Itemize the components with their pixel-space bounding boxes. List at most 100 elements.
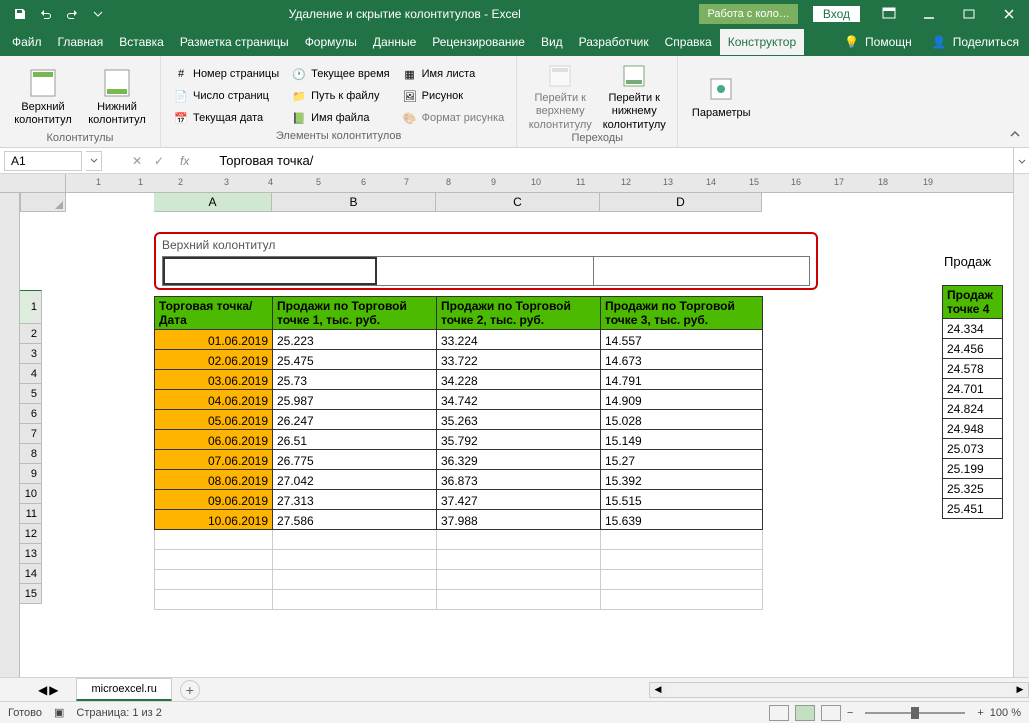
row-header-1[interactable]: 1 xyxy=(20,290,42,324)
scroll-right-icon[interactable]: ▶ xyxy=(1012,683,1028,697)
table-cell[interactable]: 24.334 xyxy=(943,319,1003,339)
scroll-left-icon[interactable]: ◀ xyxy=(650,683,666,697)
table-cell[interactable]: 24.824 xyxy=(943,399,1003,419)
zoom-out-icon[interactable]: − xyxy=(847,707,853,719)
vertical-scrollbar[interactable] xyxy=(1013,174,1029,677)
table-cell[interactable]: 07.06.2019 xyxy=(155,450,273,470)
header-right-section[interactable] xyxy=(594,257,810,285)
tab-view[interactable]: Вид xyxy=(533,29,571,55)
zoom-value[interactable]: 100 % xyxy=(990,707,1021,719)
tab-file[interactable]: Файл xyxy=(4,29,50,55)
table-cell[interactable]: 26.247 xyxy=(273,410,437,430)
empty-cell[interactable] xyxy=(155,570,273,590)
row-header-2[interactable]: 2 xyxy=(20,324,42,344)
table-cell[interactable]: 34.742 xyxy=(437,390,601,410)
table-cell[interactable]: 36.329 xyxy=(437,450,601,470)
tab-data[interactable]: Данные xyxy=(365,29,424,55)
table-cell[interactable]: 25.451 xyxy=(943,499,1003,519)
empty-cell[interactable] xyxy=(155,530,273,550)
table-cell[interactable]: 25.073 xyxy=(943,439,1003,459)
tell-me-label[interactable]: Помощн xyxy=(865,35,912,49)
header-left-section[interactable] xyxy=(163,257,377,285)
zoom-in-icon[interactable]: + xyxy=(977,707,983,719)
table-cell[interactable]: 27.313 xyxy=(273,490,437,510)
table-cell[interactable]: 15.515 xyxy=(601,490,763,510)
table-cell[interactable]: 15.392 xyxy=(601,470,763,490)
tab-developer[interactable]: Разработчик xyxy=(571,29,657,55)
row-header-13[interactable]: 13 xyxy=(20,544,42,564)
expand-formula-icon[interactable] xyxy=(1013,148,1029,173)
table-cell[interactable]: 25.73 xyxy=(273,370,437,390)
formula-input[interactable] xyxy=(199,148,1013,173)
table-cell[interactable]: 08.06.2019 xyxy=(155,470,273,490)
share-label[interactable]: Поделиться xyxy=(953,35,1019,49)
table-cell[interactable]: 15.27 xyxy=(601,450,763,470)
file-path-button[interactable]: 📁Путь к файлу xyxy=(287,86,393,106)
table-header[interactable]: Продажи по Торговой точке 1, тыс. руб. xyxy=(273,297,437,330)
table-cell[interactable]: 14.791 xyxy=(601,370,763,390)
view-normal-button[interactable] xyxy=(769,705,789,721)
row-header-3[interactable]: 3 xyxy=(20,344,42,364)
empty-cell[interactable] xyxy=(437,550,601,570)
picture-button[interactable]: 🖼Рисунок xyxy=(398,86,509,106)
empty-cell[interactable] xyxy=(601,550,763,570)
tab-review[interactable]: Рецензирование xyxy=(424,29,533,55)
save-icon[interactable] xyxy=(8,2,32,26)
header-center-section[interactable] xyxy=(377,257,594,285)
table-cell[interactable]: 05.06.2019 xyxy=(155,410,273,430)
tab-pagelayout[interactable]: Разметка страницы xyxy=(172,29,297,55)
row-header-15[interactable]: 15 xyxy=(20,584,42,604)
table-cell[interactable]: 26.51 xyxy=(273,430,437,450)
tell-me-icon[interactable]: 💡 xyxy=(844,35,859,49)
table-cell[interactable]: 37.988 xyxy=(437,510,601,530)
close-icon[interactable] xyxy=(989,0,1029,28)
sheet-tab[interactable]: microexcel.ru xyxy=(76,678,171,701)
view-pagelayout-button[interactable] xyxy=(795,705,815,721)
empty-cell[interactable] xyxy=(155,590,273,610)
table-cell[interactable]: 24.948 xyxy=(943,419,1003,439)
empty-cell[interactable] xyxy=(437,530,601,550)
tab-insert[interactable]: Вставка xyxy=(111,29,172,55)
table-cell[interactable]: 35.263 xyxy=(437,410,601,430)
row-header-12[interactable]: 12 xyxy=(20,524,42,544)
table-cell[interactable]: 33.224 xyxy=(437,330,601,350)
table-cell[interactable]: 15.639 xyxy=(601,510,763,530)
collapse-ribbon-icon[interactable] xyxy=(1001,124,1029,147)
tab-help[interactable]: Справка xyxy=(657,29,720,55)
table-cell[interactable]: 04.06.2019 xyxy=(155,390,273,410)
select-all-corner[interactable] xyxy=(20,192,66,212)
col-header-a[interactable]: A xyxy=(154,192,272,212)
table-cell[interactable]: 27.042 xyxy=(273,470,437,490)
table-cell[interactable]: 24.456 xyxy=(943,339,1003,359)
empty-cell[interactable] xyxy=(601,590,763,610)
table-cell[interactable]: 25.199 xyxy=(943,459,1003,479)
table-cell[interactable]: 27.586 xyxy=(273,510,437,530)
empty-cell[interactable] xyxy=(273,590,437,610)
row-header-7[interactable]: 7 xyxy=(20,424,42,444)
horizontal-scrollbar[interactable]: ◀ ▶ xyxy=(649,682,1029,698)
empty-cell[interactable] xyxy=(601,570,763,590)
table-cell[interactable]: 06.06.2019 xyxy=(155,430,273,450)
table-cell[interactable]: 26.775 xyxy=(273,450,437,470)
zoom-slider[interactable] xyxy=(865,712,965,714)
sheet-nav-prev-icon[interactable]: ◀ xyxy=(38,683,47,697)
empty-cell[interactable] xyxy=(437,570,601,590)
table-cell[interactable]: 14.673 xyxy=(601,350,763,370)
table-cell[interactable]: 09.06.2019 xyxy=(155,490,273,510)
row-header-5[interactable]: 5 xyxy=(20,384,42,404)
table-header[interactable]: Продажи по Торговой точке 2, тыс. руб. xyxy=(437,297,601,330)
minimize-icon[interactable] xyxy=(909,0,949,28)
col-header-d[interactable]: D xyxy=(600,192,762,212)
table-cell[interactable]: 24.578 xyxy=(943,359,1003,379)
fx-icon[interactable]: fx xyxy=(170,154,199,168)
table-cell[interactable]: 25.475 xyxy=(273,350,437,370)
tab-home[interactable]: Главная xyxy=(50,29,112,55)
macro-record-icon[interactable]: ▣ xyxy=(54,706,64,719)
contextual-tab[interactable]: Работа с коло… xyxy=(699,4,797,24)
table-header[interactable]: Торговая точка/ Дата xyxy=(155,297,273,330)
goto-footer-button[interactable]: Перейти к нижнему колонтитулу xyxy=(599,64,669,130)
row-header-6[interactable]: 6 xyxy=(20,404,42,424)
tab-formulas[interactable]: Формулы xyxy=(297,29,365,55)
page-count-button[interactable]: 📄Число страниц xyxy=(169,86,283,106)
empty-cell[interactable] xyxy=(155,550,273,570)
